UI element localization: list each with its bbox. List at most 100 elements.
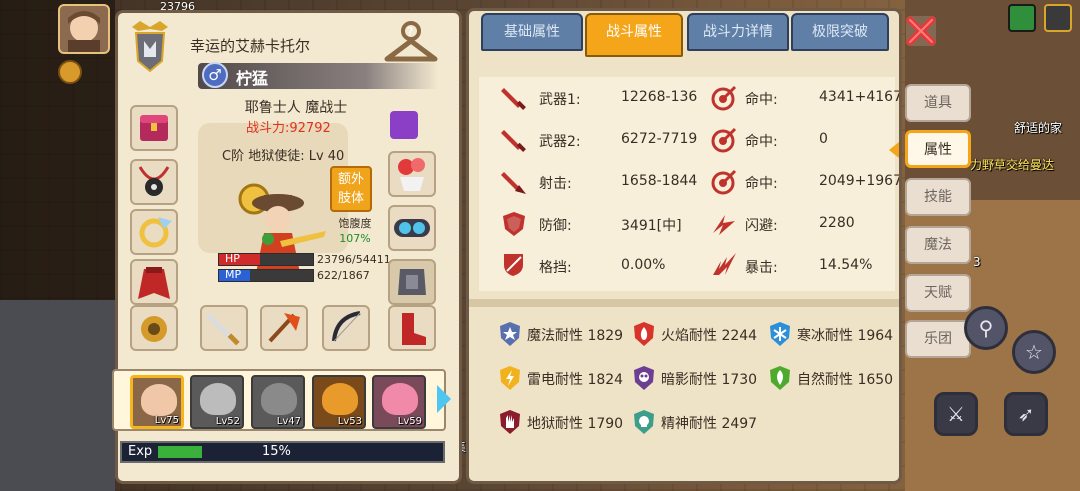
combat-power: 战斗力:92792: [246, 121, 331, 136]
magic-resist-text: 魔法耐性 1829: [527, 328, 624, 344]
equip-slot-bow[interactable]: [322, 305, 370, 351]
weapon1-value: 12268-136: [621, 89, 698, 105]
equip-slot-sword[interactable]: [200, 305, 248, 351]
companion-slot-1[interactable]: Lv75: [130, 375, 184, 429]
spider-necklace-icon: [138, 166, 170, 196]
side-menu-attributes[interactable]: 属性: [905, 130, 971, 168]
rank-level: C阶 地狱使徒: Lv 40: [222, 149, 345, 164]
block-icon: [504, 254, 523, 276]
scroll-right-arrow-icon[interactable]: [437, 385, 451, 413]
equip-slot-chest[interactable]: [130, 105, 178, 151]
weapon2-value: 6272-7719: [621, 131, 698, 147]
side-menu-band[interactable]: 乐团: [905, 320, 971, 358]
side-menu-magic[interactable]: 魔法: [905, 226, 971, 264]
tab-power-details[interactable]: 战斗力详情: [687, 13, 789, 51]
companion-slot-3[interactable]: Lv47: [251, 375, 305, 429]
evade-label: 闪避:: [745, 218, 778, 234]
map-icon[interactable]: [1008, 4, 1036, 32]
nature-resist-text: 自然耐性 1650: [797, 372, 894, 388]
ice-resist-icon: [770, 322, 790, 346]
exp-bar-fill: [158, 446, 202, 458]
companion-slot-5[interactable]: Lv59: [372, 375, 426, 429]
gold-bracelet-icon: [141, 316, 167, 342]
lightning-resist-icon: [500, 366, 520, 390]
wardrobe-hanger-icon[interactable]: ?: [383, 19, 439, 69]
class-banner: [198, 63, 438, 89]
flower-helmet-icon: [398, 158, 425, 191]
stats-panel: 基础属性 战斗属性 战斗力详情 极限突破 武器1: 12268-136 命中: …: [466, 8, 902, 484]
shield-icon: [503, 212, 525, 236]
evade-icon: [713, 215, 735, 235]
crit-icon: [713, 253, 736, 275]
close-icon[interactable]: [904, 14, 938, 48]
tab-limit-break[interactable]: 极限突破: [791, 13, 889, 51]
hit1-label: 命中:: [745, 92, 778, 108]
red-boots-icon: [402, 313, 426, 345]
side-menu-skills[interactable]: 技能: [905, 178, 971, 216]
hit2-label: 命中:: [745, 134, 778, 150]
exp-label: Exp: [128, 444, 153, 459]
favorite-star-icon[interactable]: ☆: [1012, 330, 1056, 374]
equip-slot-boots[interactable]: [388, 305, 436, 351]
weapon-skill-icon[interactable]: ⚔: [934, 392, 978, 436]
companion-portrait: [382, 383, 418, 415]
side-menu-items[interactable]: 道具: [905, 84, 971, 122]
extra-limb-button[interactable]: 额外 肢体: [330, 166, 372, 212]
equip-slot-accessory[interactable]: [130, 305, 178, 351]
equip-slot-ring[interactable]: [130, 209, 178, 255]
extra-limb-line2: 肢体: [337, 191, 364, 206]
red-cloak-icon: [138, 267, 170, 299]
buff-icon[interactable]: [58, 60, 82, 84]
bow-icon: [332, 311, 361, 342]
companion-level: Lv75: [154, 415, 179, 426]
companion-portrait: [261, 383, 297, 415]
satiety-label: 饱腹度: [338, 217, 372, 230]
equip-slot-goggles[interactable]: [388, 205, 436, 251]
bow-skill-icon[interactable]: ➶: [1004, 392, 1048, 436]
crit-label: 暴击:: [745, 260, 778, 276]
sword-icon: [206, 313, 240, 346]
tab-combat-attributes[interactable]: 战斗属性: [585, 13, 683, 57]
shadow-resist-text: 暗影耐性 1730: [661, 372, 758, 388]
equip-slot-cloak[interactable]: [130, 259, 178, 305]
guild-emblem-icon: [132, 21, 168, 73]
fullscreen-icon[interactable]: [1044, 4, 1072, 32]
fusion-gem-icon[interactable]: [390, 111, 418, 139]
arrow-shoot-icon: [501, 172, 526, 194]
background-stone-floor: [0, 300, 115, 491]
tab-basic-attributes[interactable]: 基础属性: [481, 13, 583, 51]
companion-slot-4[interactable]: Lv53: [312, 375, 366, 429]
hero-portrait: [238, 183, 326, 273]
side-menu-talent[interactable]: 天赋: [905, 274, 971, 312]
equip-slot-necklace[interactable]: [130, 159, 178, 205]
weapon2-label: 武器2:: [539, 134, 581, 150]
sword-icon: [501, 130, 526, 152]
companion-strip: Lv75 Lv52 Lv47 Lv53 Lv59: [112, 369, 446, 431]
mp-bar: MP: [218, 268, 314, 282]
equip-slot-helmet[interactable]: [388, 151, 436, 197]
player-avatar[interactable]: [58, 4, 110, 54]
mp-value: 622/1867: [317, 269, 370, 282]
extra-limb-line1: 额外: [337, 172, 364, 187]
defense-value: 3491[中]: [621, 218, 682, 234]
character-title: 幸运的艾赫卡托尔: [190, 37, 311, 55]
companion-level: Lv52: [215, 416, 240, 427]
fire-axe-icon: [268, 313, 300, 343]
side-menu-pointer-icon: [889, 142, 899, 158]
hp-value: 23796/54411: [317, 253, 391, 266]
equip-slot-armor[interactable]: [388, 259, 436, 305]
ice-resist-text: 寒冰耐性 1964: [797, 328, 894, 344]
satiety-value: 107%: [339, 232, 371, 245]
spirit-resist-icon: [634, 410, 654, 434]
companion-portrait: [322, 383, 358, 415]
npc-name-label: 舒适的家: [1014, 121, 1063, 135]
magic-resist-icon: [500, 322, 520, 346]
nature-resist-icon: [770, 366, 790, 390]
class-name: 柠猛: [236, 69, 269, 88]
shadow-resist-icon: [634, 366, 654, 390]
equip-slot-axe[interactable]: [260, 305, 308, 351]
action-icon[interactable]: ⚲: [964, 306, 1008, 350]
fire-resist-icon: [634, 322, 654, 346]
companion-slot-2[interactable]: Lv52: [190, 375, 244, 429]
hp-label: HP: [225, 252, 240, 265]
